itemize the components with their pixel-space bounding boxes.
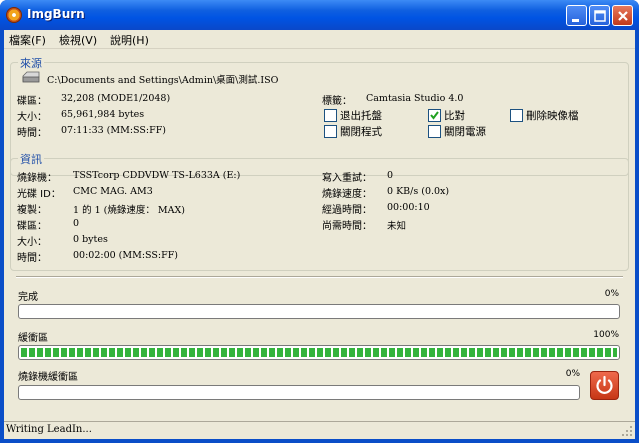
complete-progress-bar [18,304,620,319]
verify-checkbox[interactable] [428,109,441,122]
eject-tray-checkbox[interactable] [324,109,337,122]
delete-image-checkbox[interactable] [510,109,523,122]
verify-label: 比對 [444,110,465,122]
imgburn-icon[interactable] [6,7,22,23]
power-icon [596,375,613,394]
info-label: 尚需時間： [322,221,372,232]
info-value: 0 [73,218,80,229]
source-sectors-label: 碟區： [17,96,47,107]
close-button[interactable] [612,5,633,26]
complete-percent: 0% [604,289,619,299]
buffer-percent: 100% [593,330,619,340]
volume-label-value: Camtasia Studio 4.0 [366,93,464,104]
window-title: ImgBurn [27,7,85,21]
info-label: 碟區： [17,221,47,232]
info-value: 00:02:00 (MM:SS:FF) [73,250,178,261]
menu-file[interactable]: 檔案(F) [9,32,46,48]
status-text: Writing LeadIn... [6,424,92,435]
complete-label: 完成 [18,292,38,303]
info-value: 00:00:10 [387,202,430,213]
info-group-title: 資訊 [18,151,44,167]
maximize-button[interactable] [589,5,610,26]
resize-grip-icon[interactable] [621,425,633,437]
maximize-icon [594,10,606,22]
delete-image-label: 刪除映像檔 [526,110,579,122]
imgburn-window: ImgBurn 檔案(F) 檢視(V) 說明(H) 來源 C:\Document… [0,0,639,443]
info-value: 未知 [387,221,407,232]
info-value: CMC MAG. AM3 [73,186,153,197]
eject-tray-label: 退出托盤 [340,110,382,122]
menu-view[interactable]: 檢視(V) [59,32,97,48]
window-client: 檔案(F) 檢視(V) 說明(H) 來源 C:\Documents and Se… [4,30,635,439]
source-time-value: 07:11:33 (MM:SS:FF) [61,125,166,136]
drive-icon [22,71,40,83]
source-size-value: 65,961,984 bytes [61,109,145,120]
title-bar[interactable]: ImgBurn [0,0,639,30]
source-time-label: 時間： [17,128,47,139]
separator [16,276,623,278]
device-buffer-label: 燒錄機緩衝區 [18,372,78,383]
info-value: TSSTcorp CDDVDW TS-L633A (E:) [73,170,241,181]
close-icon [618,11,628,21]
checkmark-icon [430,111,439,120]
shutdown-label: 關閉電源 [444,126,486,138]
volume-label-label: 標籤： [322,96,352,107]
info-label: 經過時間： [322,205,372,216]
info-value: 0 KB/s (0.0x) [387,186,450,197]
buffer-progress-fill [21,348,617,357]
info-label: 時間： [17,253,47,264]
info-value: 1 的 1 (燒錄速度： MAX) [73,205,185,216]
info-label: 複製： [17,205,47,216]
info-label: 燒錄速度： [322,189,372,200]
minimize-button[interactable] [566,5,587,26]
close-program-checkbox[interactable] [324,125,337,138]
info-label: 大小： [17,237,47,248]
info-label: 寫入重試： [322,173,372,184]
shutdown-checkbox[interactable] [428,125,441,138]
source-size-label: 大小： [17,112,47,123]
info-value: 0 [387,170,394,181]
menu-bar: 檔案(F) 檢視(V) 說明(H) [4,30,635,49]
close-program-label: 關閉程式 [340,126,382,138]
menu-help[interactable]: 說明(H) [110,32,149,48]
info-value: 0 bytes [73,234,108,245]
device-buffer-percent: 0% [565,369,580,379]
info-label: 燒錄機： [17,173,57,184]
buffer-progress-bar [18,345,620,360]
source-group-title: 來源 [18,55,44,71]
source-path: C:\Documents and Settings\Admin\桌面\測試.IS… [47,75,279,86]
status-bar: Writing LeadIn... [4,421,635,439]
device-buffer-progress-bar [18,385,580,400]
source-sectors-value: 32,208 (MODE1/2048) [61,93,171,104]
minimize-icon [572,19,579,22]
info-group: 資訊 燒錄機： TSSTcorp CDDVDW TS-L633A (E:) 光碟… [10,151,629,271]
power-button[interactable] [590,371,619,400]
buffer-label: 緩衝區 [18,333,48,344]
info-label: 光碟 ID： [17,189,61,200]
